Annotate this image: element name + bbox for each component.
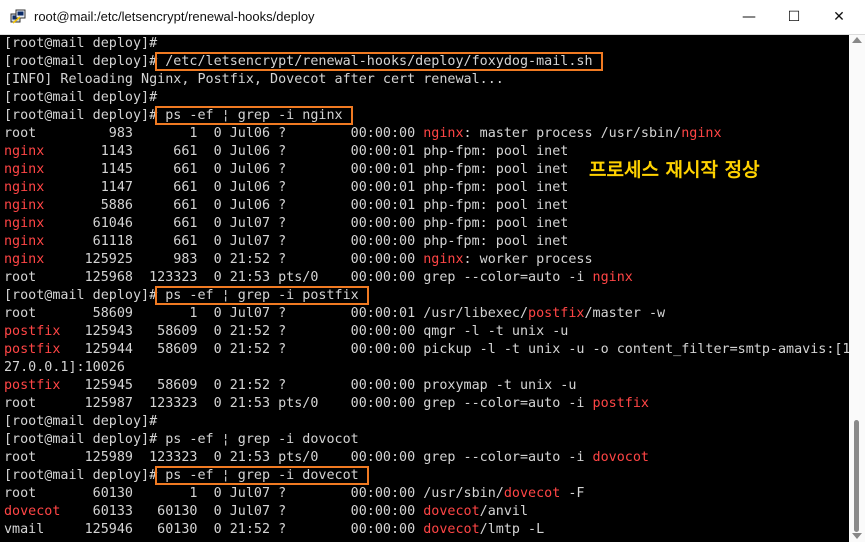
window-title: root@mail:/etc/letsencrypt/renewal-hooks… xyxy=(34,9,315,24)
terminal-line: nginx 1147 661 0 Jul06 ? 00:00:01 php-fp… xyxy=(4,179,568,197)
terminal-line: root 58609 1 0 Jul07 ? 00:00:01 /usr/lib… xyxy=(4,305,665,323)
terminal-text: [root@mail deploy]# xyxy=(4,108,158,123)
terminal-text: /anvil xyxy=(479,504,529,519)
terminal-line: nginx 61046 661 0 Jul07 ? 00:00:00 php-f… xyxy=(4,215,568,233)
terminal-text: root 60130 1 0 Jul07 ? 00:00:00 /usr/sbi… xyxy=(4,486,504,501)
matched-keyword: dovecot xyxy=(423,522,480,537)
terminal-line: root 60130 1 0 Jul07 ? 00:00:00 /usr/sbi… xyxy=(4,485,584,503)
title-bar: root@mail:/etc/letsencrypt/renewal-hooks… xyxy=(0,0,865,35)
matched-keyword: nginx xyxy=(4,180,45,195)
highlighted-command: ps -ef ¦ grep -i dovecot xyxy=(155,466,369,485)
close-button[interactable]: ✕ xyxy=(816,0,862,34)
terminal-line: postfix 125945 58609 0 21:52 ? 00:00:00 … xyxy=(4,377,576,395)
terminal-text: /master -w xyxy=(584,306,666,321)
terminal-line: root 125968 123323 0 21:53 pts/0 00:00:0… xyxy=(4,269,633,287)
terminal-text: [root@mail deploy]# ps -ef ¦ grep -i dov… xyxy=(4,432,359,447)
matched-keyword: nginx xyxy=(4,198,45,213)
scroll-down-arrow-icon[interactable] xyxy=(852,533,862,539)
terminal-text: 125944 58609 0 21:52 ? 00:00:00 pickup -… xyxy=(60,342,849,357)
terminal-line: postfix 125943 58609 0 21:52 ? 00:00:00 … xyxy=(4,323,568,341)
matched-keyword: postfix xyxy=(4,378,61,393)
minimize-button[interactable]: — xyxy=(726,0,772,34)
terminal-text: [INFO] Reloading Nginx, Postfix, Dovecot… xyxy=(4,72,504,87)
terminal-text: [root@mail deploy]# xyxy=(4,414,158,429)
terminal-text: : master process /usr/sbin/ xyxy=(463,126,682,141)
terminal-text: 60133 60130 0 Jul07 ? 00:00:00 xyxy=(60,504,424,519)
terminal-line: nginx 61118 661 0 Jul07 ? 00:00:00 php-f… xyxy=(4,233,568,251)
matched-keyword: nginx xyxy=(4,252,45,267)
matched-keyword: nginx xyxy=(423,252,464,267)
matched-keyword: nginx xyxy=(423,126,464,141)
terminal-line: [root@mail deploy]# ps -ef ¦ grep -i dov… xyxy=(4,431,359,449)
terminal-line: [root@mail deploy]# xyxy=(4,35,157,53)
terminal-line: nginx 1143 661 0 Jul06 ? 00:00:01 php-fp… xyxy=(4,143,568,161)
terminal-text: 1147 661 0 Jul06 ? 00:00:01 php-fpm: poo… xyxy=(44,180,569,195)
terminal-line: [root@mail deploy]# /etc/letsencrypt/ren… xyxy=(4,52,603,71)
terminal-text: vmail 125946 60130 0 21:52 ? 00:00:00 xyxy=(4,522,424,537)
terminal-text: root 58609 1 0 Jul07 ? 00:00:01 /usr/lib… xyxy=(4,306,529,321)
terminal-line: root 125987 123323 0 21:53 pts/0 00:00:0… xyxy=(4,395,649,413)
terminal-line: nginx 1145 661 0 Jul06 ? 00:00:01 php-fp… xyxy=(4,161,568,179)
highlighted-command: ps -ef ¦ grep -i nginx xyxy=(155,106,353,125)
highlighted-command: /etc/letsencrypt/renewal-hooks/deploy/fo… xyxy=(155,52,603,71)
terminal-text: root 983 1 0 Jul06 ? 00:00:00 xyxy=(4,126,424,141)
terminal-text: 125943 58609 0 21:52 ? 00:00:00 qmgr -l … xyxy=(60,324,569,339)
scroll-thumb[interactable] xyxy=(854,420,859,532)
highlighted-command: ps -ef ¦ grep -i postfix xyxy=(155,286,369,305)
matched-keyword: nginx xyxy=(4,234,45,249)
terminal-text: 27.0.0.1]:10026 xyxy=(4,360,125,375)
terminal-text: 5886 661 0 Jul06 ? 00:00:01 php-fpm: poo… xyxy=(44,198,569,213)
matched-keyword: dovecot xyxy=(423,504,480,519)
terminal-line: dovecot 60133 60130 0 Jul07 ? 00:00:00 d… xyxy=(4,503,528,521)
terminal-text: 125945 58609 0 21:52 ? 00:00:00 proxymap… xyxy=(60,378,577,393)
maximize-button[interactable]: ☐ xyxy=(771,0,817,34)
terminal-line: nginx 5886 661 0 Jul06 ? 00:00:01 php-fp… xyxy=(4,197,568,215)
terminal-text: 61046 661 0 Jul07 ? 00:00:00 php-fpm: po… xyxy=(44,216,569,231)
matched-keyword: nginx xyxy=(592,270,633,285)
terminal-line: vmail 125946 60130 0 21:52 ? 00:00:00 do… xyxy=(4,521,544,539)
terminal-line: nginx 125925 983 0 21:52 ? 00:00:00 ngin… xyxy=(4,251,593,269)
terminal-text: 125925 983 0 21:52 ? 00:00:00 xyxy=(44,252,424,267)
terminal-text: [root@mail deploy]# xyxy=(4,54,158,69)
terminal-line: [root@mail deploy]# xyxy=(4,413,157,431)
terminal-line: [root@mail deploy]# ps -ef ¦ grep -i dov… xyxy=(4,466,369,485)
terminal-line: 27.0.0.1]:10026 xyxy=(4,359,125,377)
terminal-text: root 125987 123323 0 21:53 pts/0 00:00:0… xyxy=(4,396,593,411)
matched-keyword: dovecot xyxy=(503,486,561,501)
matched-keyword: postfix xyxy=(528,306,585,321)
terminal-line: root 983 1 0 Jul06 ? 00:00:00 nginx: mas… xyxy=(4,125,722,143)
terminal-text: root 125968 123323 0 21:53 pts/0 00:00:0… xyxy=(4,270,593,285)
terminal-text: /lmtp -L xyxy=(479,522,545,537)
terminal-text: 61118 661 0 Jul07 ? 00:00:00 php-fpm: po… xyxy=(44,234,569,249)
matched-keyword: dovecot xyxy=(4,504,61,519)
terminal-line: [INFO] Reloading Nginx, Postfix, Dovecot… xyxy=(4,71,504,89)
matched-keyword: nginx xyxy=(681,126,722,141)
matched-keyword: nginx xyxy=(4,162,45,177)
matched-keyword: postfix xyxy=(4,324,61,339)
terminal-text: -F xyxy=(560,486,585,501)
terminal-line: root 125989 123323 0 21:53 pts/0 00:00:0… xyxy=(4,449,649,467)
matched-keyword: nginx xyxy=(4,216,45,231)
terminal-line: [root@mail deploy]# xyxy=(4,89,157,107)
matched-keyword: dovocot xyxy=(592,450,649,465)
terminal-text: [root@mail deploy]# xyxy=(4,90,158,105)
matched-keyword: postfix xyxy=(592,396,649,411)
matched-keyword: nginx xyxy=(4,144,45,159)
terminal-line: [root@mail deploy]# ps -ef ¦ grep -i pos… xyxy=(4,286,369,305)
matched-keyword: postfix xyxy=(4,342,61,357)
terminal-text: 1145 661 0 Jul06 ? 00:00:01 php-fpm: poo… xyxy=(44,162,569,177)
terminal-text: 1143 661 0 Jul06 ? 00:00:01 php-fpm: poo… xyxy=(44,144,569,159)
vertical-scrollbar[interactable] xyxy=(849,35,865,542)
terminal-text: [root@mail deploy]# xyxy=(4,288,158,303)
annotation-label: 프로세스 재시작 정상 xyxy=(589,159,760,181)
terminal-line: [root@mail deploy]# ps -ef ¦ grep -i ngi… xyxy=(4,106,353,125)
terminal-text: [root@mail deploy]# xyxy=(4,468,158,483)
terminal-output[interactable]: [root@mail deploy]# [root@mail deploy]# /… xyxy=(0,35,849,542)
terminal-text: root 125989 123323 0 21:53 pts/0 00:00:0… xyxy=(4,450,593,465)
scroll-up-arrow-icon[interactable] xyxy=(852,37,862,43)
putty-icon xyxy=(10,9,26,24)
terminal-text: [root@mail deploy]# xyxy=(4,36,158,51)
terminal-text: : worker process xyxy=(463,252,593,267)
terminal-line: postfix 125944 58609 0 21:52 ? 00:00:00 … xyxy=(4,341,849,359)
